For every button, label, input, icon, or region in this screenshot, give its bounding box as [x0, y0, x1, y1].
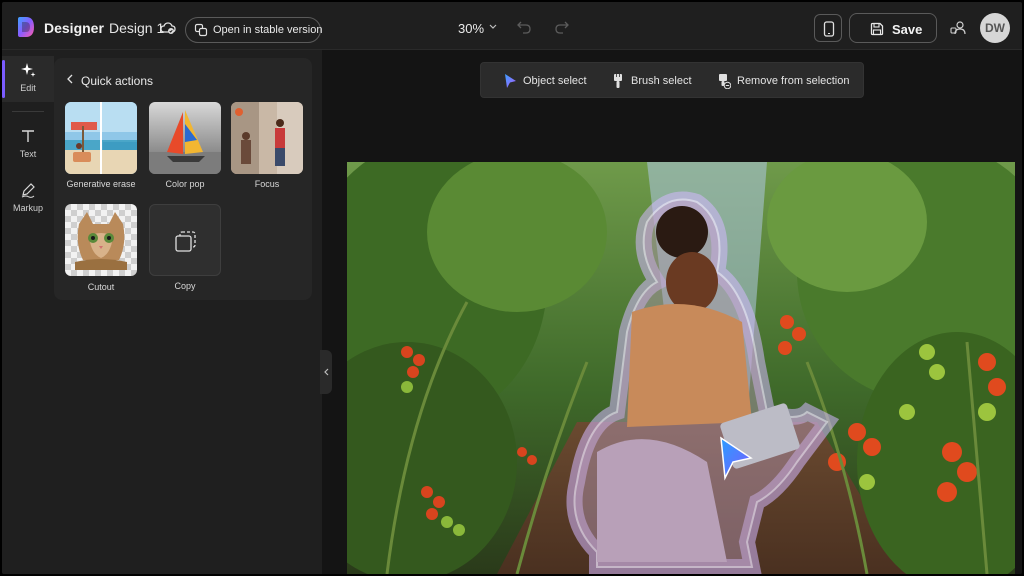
brush-select-label: Brush select [631, 75, 692, 87]
copy-icon [175, 231, 196, 252]
cloud-saved-icon [160, 22, 176, 34]
tile-label: Color pop [165, 179, 205, 189]
remove-from-selection-button[interactable]: Remove from selection [715, 63, 855, 99]
eraser-icon [719, 74, 731, 89]
selection-toolbar: Object select Brush select Remove from s… [480, 62, 864, 98]
phone-icon [823, 21, 835, 37]
rail-item-text[interactable]: Text [2, 122, 54, 168]
brush-select-button[interactable]: Brush select [609, 63, 699, 99]
pen-icon [21, 183, 35, 198]
save-icon [870, 22, 884, 36]
collapse-panel-button[interactable] [320, 350, 332, 394]
object-select-button[interactable]: Object select [499, 63, 591, 99]
rail-item-label: Markup [12, 203, 43, 213]
greenhouse-photo [347, 162, 1015, 574]
cursor-icon [505, 74, 516, 88]
back-chevron-icon[interactable] [66, 74, 74, 84]
device-preview-button[interactable] [814, 14, 842, 42]
rail-item-markup[interactable]: Markup [2, 176, 54, 222]
designer-logo-icon [18, 17, 34, 37]
design-title[interactable]: Design 1 [109, 20, 164, 36]
focus-tile[interactable] [231, 102, 303, 174]
chevron-left-icon [324, 368, 329, 376]
brand-name: Designer [44, 20, 104, 36]
panel-title: Quick actions [81, 74, 154, 88]
brush-icon [614, 74, 622, 88]
open-stable-version-button[interactable]: Open in stable version [185, 17, 323, 43]
stable-version-label: Open in stable version [213, 24, 323, 36]
switch-version-icon [194, 23, 208, 37]
app-window: Designer Design 1 Open in stable version… [2, 2, 1022, 574]
tile-label: Focus [254, 179, 280, 189]
share-people-icon[interactable] [950, 20, 966, 36]
rail-item-label: Text [19, 149, 37, 159]
generative-erase-thumbnail [65, 102, 137, 174]
rail-item-edit[interactable]: Edit [2, 56, 54, 102]
zoom-level[interactable]: 30% [458, 21, 484, 36]
design-canvas[interactable] [347, 162, 1015, 574]
tile-label: Copy [174, 281, 196, 291]
cutout-tile[interactable] [65, 204, 137, 276]
color-pop-tile[interactable] [149, 102, 221, 174]
tile-label: Generative erase [66, 179, 136, 189]
remove-from-selection-label: Remove from selection [737, 75, 850, 87]
undo-icon[interactable] [516, 20, 532, 34]
copy-tile[interactable] [149, 204, 221, 276]
rail-divider [12, 111, 44, 112]
avatar[interactable]: DW [980, 13, 1010, 43]
focus-thumbnail [231, 102, 303, 174]
redo-icon[interactable] [554, 20, 570, 34]
save-label: Save [892, 22, 923, 37]
tile-label: Cutout [87, 282, 115, 292]
text-icon [22, 130, 34, 142]
save-button[interactable]: Save [849, 13, 937, 43]
generative-erase-tile[interactable] [65, 102, 137, 174]
rail-item-label: Edit [20, 83, 36, 93]
top-bar: Designer Design 1 Open in stable version… [2, 2, 1022, 50]
chevron-down-icon[interactable] [489, 24, 497, 30]
left-rail: Edit Text Markup [2, 50, 54, 574]
quick-actions-panel: Quick actions Generative erase Color pop… [54, 58, 312, 300]
sparkle-icon [21, 63, 36, 77]
cutout-thumbnail [65, 204, 137, 276]
object-select-label: Object select [523, 75, 587, 87]
color-pop-thumbnail [149, 102, 221, 174]
